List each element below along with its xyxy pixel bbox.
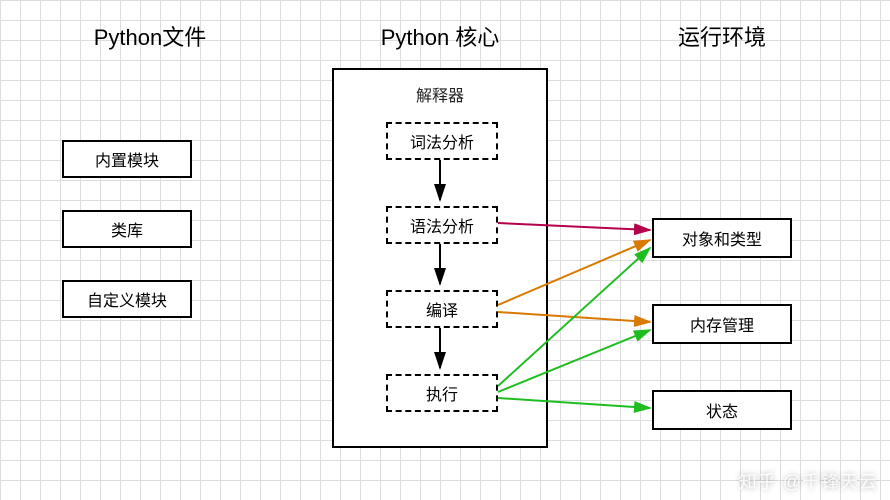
env-box-state: 状态 bbox=[652, 390, 792, 430]
watermark: 知乎 @千锋天云 bbox=[739, 468, 878, 494]
interpreter-container: 解释器 词法分析 语法分析 编译 执行 bbox=[332, 68, 548, 448]
file-box-library: 类库 bbox=[62, 210, 192, 248]
interpreter-title: 解释器 bbox=[334, 82, 546, 106]
stage-parse: 语法分析 bbox=[386, 206, 498, 244]
env-box-objects: 对象和类型 bbox=[652, 218, 792, 258]
stage-compile: 编译 bbox=[386, 290, 498, 328]
column-title-files: Python文件 bbox=[60, 20, 240, 52]
stage-execute: 执行 bbox=[386, 374, 498, 412]
file-box-custom: 自定义模块 bbox=[62, 280, 192, 318]
file-box-builtin: 内置模块 bbox=[62, 140, 192, 178]
env-box-memory: 内存管理 bbox=[652, 304, 792, 344]
column-title-core: Python 核心 bbox=[340, 20, 540, 52]
stage-lex: 词法分析 bbox=[386, 122, 498, 160]
column-title-env: 运行环境 bbox=[632, 20, 812, 52]
